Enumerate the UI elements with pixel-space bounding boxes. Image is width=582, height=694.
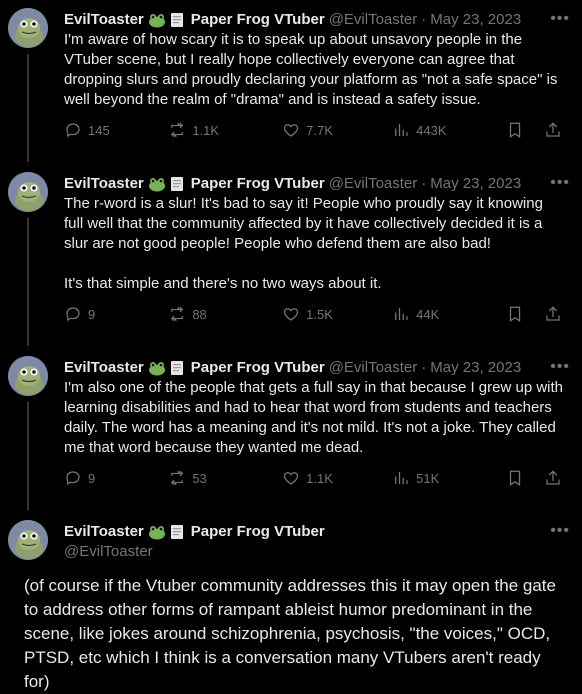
- like-count: 1.5K: [306, 306, 333, 322]
- avatar[interactable]: [8, 8, 48, 48]
- avatar[interactable]: [8, 356, 48, 396]
- views-button[interactable]: 51K: [392, 469, 506, 487]
- handle[interactable]: @EvilToaster: [329, 358, 418, 378]
- more-dots-icon[interactable]: •••: [550, 174, 570, 192]
- timestamp[interactable]: May 23, 2023: [430, 358, 521, 378]
- display-name-badge[interactable]: Paper Frog VTuber: [191, 522, 325, 542]
- avatar[interactable]: [8, 520, 48, 560]
- reply-count: 145: [88, 122, 110, 138]
- tweet-text: I'm also one of the people that gets a f…: [64, 379, 568, 456]
- views-button[interactable]: 44K: [392, 305, 506, 323]
- reply-icon: [66, 123, 80, 138]
- bookmark-icon[interactable]: [506, 305, 524, 323]
- share-icon[interactable]: [544, 305, 562, 323]
- action-bar: 9 88 1.5K 44K: [64, 304, 566, 324]
- timestamp[interactable]: May 23, 2023: [430, 174, 521, 194]
- reply-button[interactable]: 9: [64, 469, 168, 487]
- more-dots-icon[interactable]: •••: [550, 522, 570, 540]
- display-name[interactable]: EvilToaster: [64, 358, 144, 378]
- heart-icon: [283, 308, 299, 321]
- page-emoji-icon: [170, 177, 183, 191]
- reply-icon: [66, 307, 80, 322]
- views-button[interactable]: 443K: [392, 121, 506, 139]
- tweet-text: The r-word is a slur! It's bad to say it…: [64, 195, 543, 292]
- thread-line: [27, 54, 29, 162]
- tweet-text: I'm aware of how scary it is to speak up…: [64, 31, 562, 108]
- views-count: 44K: [416, 306, 440, 322]
- page-emoji-icon: [170, 361, 183, 375]
- frog-emoji-icon: [148, 362, 165, 376]
- display-name[interactable]: EvilToaster: [64, 522, 144, 542]
- tweet-4-main[interactable]: ••• EvilToaster Paper Frog VTuber @EvilT…: [0, 512, 582, 692]
- repost-button[interactable]: 53: [168, 469, 282, 487]
- more-dots-icon[interactable]: •••: [550, 10, 570, 28]
- frog-emoji-icon: [148, 526, 165, 540]
- views-chart-icon: [395, 124, 408, 136]
- repost-count: 53: [192, 470, 207, 486]
- tweet-3[interactable]: ••• EvilToaster Paper Frog VTuber @EvilT…: [0, 348, 582, 512]
- like-count: 1.1K: [306, 470, 333, 486]
- action-bar: 9 53 1.1K 51K: [64, 468, 566, 488]
- timestamp[interactable]: May 23, 2023: [430, 10, 521, 30]
- page-emoji-icon: [170, 525, 183, 539]
- reply-count: 9: [88, 470, 96, 486]
- repost-button[interactable]: 1.1K: [168, 121, 282, 139]
- action-bar: 145 1.1K 7.7K 443K: [64, 120, 566, 140]
- repost-icon: [171, 122, 184, 138]
- reply-button[interactable]: 145: [64, 121, 168, 139]
- views-count: 443K: [416, 122, 447, 138]
- like-count: 7.7K: [306, 122, 333, 138]
- heart-icon: [283, 472, 299, 485]
- thread-line: [27, 402, 29, 510]
- repost-count: 1.1K: [192, 122, 220, 138]
- like-button[interactable]: 1.1K: [282, 469, 392, 487]
- repost-count: 88: [192, 306, 207, 322]
- reply-button[interactable]: 9: [64, 305, 168, 323]
- reply-count: 9: [88, 306, 96, 322]
- reply-icon: [66, 471, 80, 486]
- bookmark-icon[interactable]: [506, 469, 524, 487]
- display-name-badge[interactable]: Paper Frog VTuber: [191, 10, 325, 30]
- views-chart-icon: [395, 308, 408, 320]
- avatar[interactable]: [8, 172, 48, 212]
- thread-line: [27, 218, 29, 346]
- display-name[interactable]: EvilToaster: [64, 174, 144, 194]
- handle[interactable]: @EvilToaster: [64, 542, 566, 562]
- views-chart-icon: [395, 472, 408, 484]
- handle[interactable]: @EvilToaster: [329, 10, 418, 30]
- frog-emoji-icon: [148, 178, 165, 192]
- like-button[interactable]: 7.7K: [282, 121, 392, 139]
- repost-button[interactable]: 88: [168, 305, 282, 323]
- page-emoji-icon: [170, 13, 183, 27]
- repost-icon: [171, 470, 184, 486]
- share-icon[interactable]: [544, 121, 562, 139]
- share-icon[interactable]: [544, 469, 562, 487]
- bookmark-icon[interactable]: [506, 121, 524, 139]
- tweet-text: (of course if the Vtuber community addre…: [24, 576, 561, 691]
- display-name[interactable]: EvilToaster: [64, 10, 144, 30]
- display-name-badge[interactable]: Paper Frog VTuber: [191, 174, 325, 194]
- repost-icon: [171, 306, 184, 322]
- heart-icon: [283, 124, 299, 137]
- like-button[interactable]: 1.5K: [282, 305, 392, 323]
- frog-emoji-icon: [148, 14, 165, 28]
- more-dots-icon[interactable]: •••: [550, 358, 570, 376]
- display-name-badge[interactable]: Paper Frog VTuber: [191, 358, 325, 378]
- thread: ••• EvilToaster Paper Frog VTuber @EvilT…: [0, 0, 582, 692]
- tweet-2[interactable]: ••• EvilToaster Paper Frog VTuber @EvilT…: [0, 164, 582, 348]
- views-count: 51K: [416, 470, 440, 486]
- tweet-1[interactable]: ••• EvilToaster Paper Frog VTuber @EvilT…: [0, 0, 582, 164]
- handle[interactable]: @EvilToaster: [329, 174, 418, 194]
